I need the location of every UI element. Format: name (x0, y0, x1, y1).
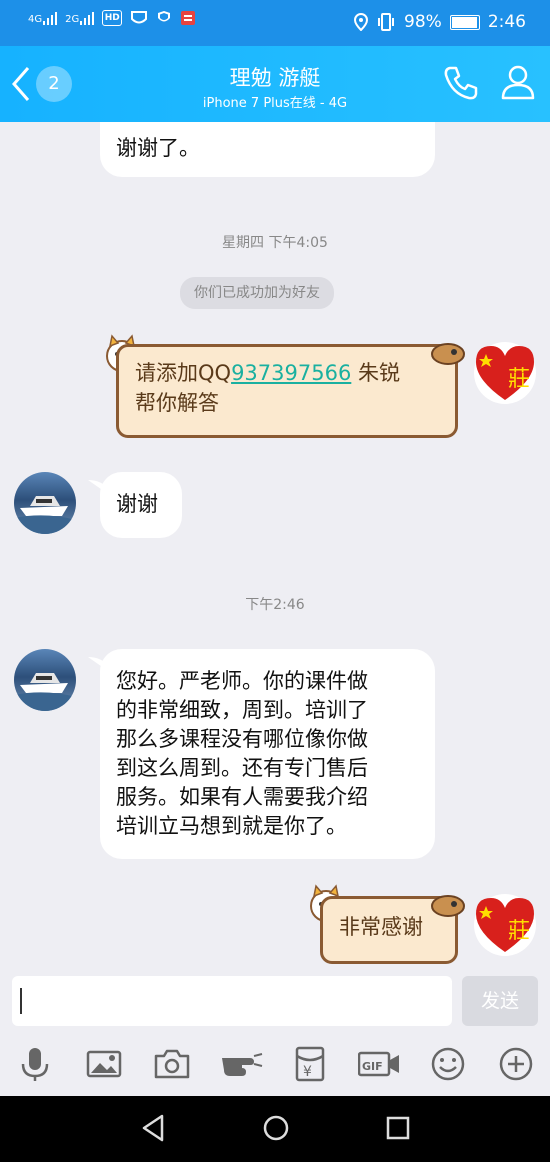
message-text: 谢谢 (116, 492, 158, 516)
phone-icon (444, 66, 478, 100)
message-line: 那么多课程没有哪位像你做 (116, 727, 368, 751)
shield-icon (158, 11, 171, 22)
message-bubble-received[interactable]: 您好。严老师。你的课件做 的非常细致，周到。培训了 那么多课程没有哪位像你做 到… (100, 649, 435, 859)
network-type-label: 2G (65, 14, 80, 25)
composer-toolbar: ¥ GIF (0, 1032, 550, 1096)
message-line: 的非常细致，周到。培训了 (116, 698, 368, 722)
my-avatar[interactable]: 莊 (474, 342, 536, 404)
photo-button[interactable] (86, 1046, 122, 1082)
chat-header: 2 理勉 游艇 iPhone 7 Plus在线 - 4G (0, 46, 550, 122)
yacht-icon (14, 496, 76, 534)
battery-percent: 98% (404, 12, 442, 32)
triangle-back-icon (142, 1114, 164, 1142)
camera-button[interactable] (154, 1046, 190, 1082)
message-bubble-received[interactable]: 谢谢了。 (100, 122, 435, 177)
contact-avatar[interactable] (14, 649, 76, 711)
message-text-line2: 帮你解答 (135, 391, 219, 415)
battery-icon (449, 14, 480, 30)
signal-2g-icon: 2G (65, 11, 95, 25)
plus-icon (499, 1047, 533, 1081)
send-button[interactable]: 发送 (462, 976, 538, 1026)
message-line: 到这么周到。还有专门售后 (116, 756, 368, 780)
shield-outline-icon (131, 11, 148, 24)
message-line: 您好。严老师。你的课件做 (116, 669, 368, 693)
text-caret (20, 988, 22, 1014)
hd-icon: HD (102, 10, 123, 26)
red-packet-button[interactable]: ¥ (292, 1046, 328, 1082)
system-notice: 你们已成功加为好友 (180, 277, 334, 309)
gif-icon: GIF (357, 1051, 399, 1077)
message-bubble-sent[interactable]: 请添加QQ937397566 朱锐 帮你解答 (116, 344, 458, 438)
qq-number-link[interactable]: 937397566 (231, 361, 351, 385)
red-packet-icon: ¥ (295, 1046, 325, 1082)
status-bar: 4G 2G HD 98% 2:46 (0, 0, 550, 46)
square-recents-icon (386, 1116, 410, 1140)
profile-button[interactable] (500, 64, 536, 104)
call-button[interactable] (442, 64, 480, 106)
clock: 2:46 (487, 12, 526, 32)
message-bubble-received[interactable]: 谢谢 (100, 472, 182, 538)
dog-ear-decoration-icon (431, 895, 465, 917)
svg-text:莊: 莊 (508, 367, 530, 392)
timestamp: 下午2:46 (245, 597, 305, 613)
system-navigation-bar (0, 1096, 550, 1162)
app-notification-icon (181, 11, 196, 25)
message-text: 请添加QQ937397566 朱锐 (135, 359, 400, 388)
message-text: 谢谢了。 (116, 136, 200, 160)
message-input[interactable] (12, 976, 452, 1026)
heart-flag-avatar-icon: 莊 (476, 346, 534, 400)
emoji-icon (431, 1047, 465, 1081)
nav-back-button[interactable] (140, 1114, 166, 1146)
microphone-icon (21, 1048, 49, 1081)
bubble-tail (88, 480, 108, 494)
user-icon (501, 65, 535, 100)
emoji-button[interactable] (430, 1046, 466, 1082)
nav-home-button[interactable] (262, 1114, 290, 1146)
nav-recents-button[interactable] (385, 1114, 411, 1146)
heart-flag-avatar-icon: 莊 (476, 898, 534, 952)
message-line: 服务。如果有人需要我介绍 (116, 785, 368, 809)
composer: 发送 (0, 972, 550, 1032)
message-list[interactable]: 谢谢了。 星期四 下午4:05 你们已成功加为好友 请添加QQ937397566… (0, 122, 550, 972)
network-type-label: 4G (28, 14, 43, 25)
message-text: 非常感谢 (339, 915, 423, 939)
message-text-part: 朱锐 (351, 361, 400, 385)
message-text-part: 请添加QQ (135, 361, 232, 385)
svg-text:莊: 莊 (508, 919, 530, 944)
message-text: 您好。严老师。你的课件做 的非常细致，周到。培训了 那么多课程没有哪位像你做 到… (116, 667, 368, 841)
camera-icon (154, 1049, 190, 1079)
image-icon (86, 1050, 122, 1078)
dog-ear-decoration-icon (431, 343, 465, 365)
my-avatar[interactable]: 莊 (474, 894, 536, 956)
bubble-tail (88, 657, 108, 671)
vibrate-icon (378, 13, 395, 31)
location-icon (354, 13, 369, 31)
message-line: 培训立马想到就是你了。 (116, 814, 347, 838)
gif-button[interactable]: GIF (357, 1046, 400, 1082)
voice-button[interactable] (17, 1046, 53, 1082)
poke-button[interactable] (220, 1046, 263, 1082)
circle-home-icon (263, 1115, 289, 1141)
yacht-icon (14, 673, 76, 711)
svg-text:¥: ¥ (303, 1064, 312, 1080)
more-button[interactable] (498, 1046, 534, 1082)
poke-icon (222, 1053, 263, 1076)
contact-avatar[interactable] (14, 472, 76, 534)
timestamp: 星期四 下午4:05 (222, 235, 328, 251)
svg-text:GIF: GIF (362, 1060, 383, 1073)
signal-4g-icon: 4G (28, 11, 58, 25)
